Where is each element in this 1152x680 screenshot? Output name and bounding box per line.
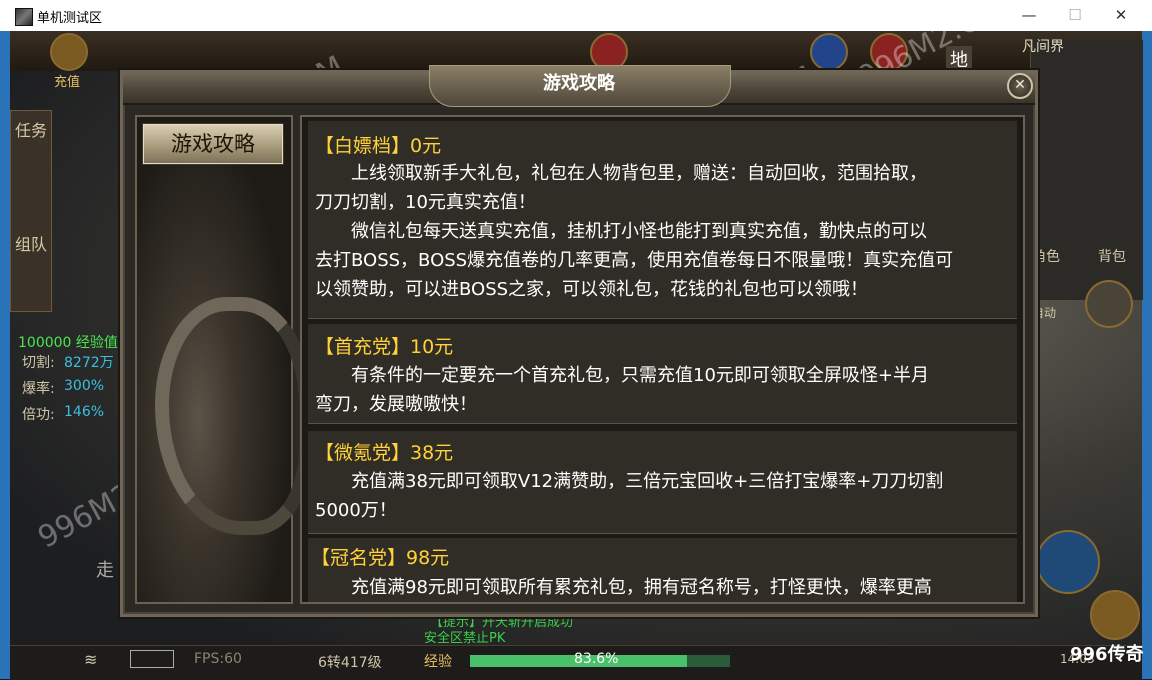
fps-readout: FPS:60 [194, 651, 242, 667]
maximize-button[interactable]: ☐ [1052, 0, 1098, 31]
section-line: 充值满98元即可领取所有累充礼包，拥有冠名称号，打怪更快，爆率更高 [315, 577, 932, 598]
level-readout: 6转417级 [318, 655, 382, 671]
guide-section: 【白嫖档】0元 上线领取新手大礼包，礼包在人物背包里，赠送：自动回收，范围拾取，… [308, 121, 1017, 319]
walk-label[interactable]: 走 [96, 556, 114, 582]
section-line: 刀刀切割，10元真实充值！ [315, 192, 536, 213]
section-line: 有条件的一定要充一个首充礼包，只需充值10元即可领取全屏吸怪+半月 [315, 365, 929, 386]
window-titlebar: 单机测试区 — ☐ ✕ [0, 0, 1152, 32]
bag-button[interactable]: 背包 [1098, 246, 1126, 266]
ruby-icon[interactable] [870, 33, 908, 71]
guide-section: 【冠名党】98元 充值满98元即可领取所有累充礼包，拥有冠名称号，打怪更快，爆率… [308, 538, 1017, 602]
map-button[interactable]: 地 [946, 46, 972, 72]
section-line: 5000万！ [315, 500, 397, 521]
skill-icon[interactable] [1090, 590, 1140, 640]
exp-label: 经验 [424, 654, 452, 670]
stat-mult-label: 倍功: [22, 407, 55, 423]
task-tab[interactable]: 任务 [11, 117, 51, 141]
skill-sword-icon[interactable] [1036, 530, 1100, 594]
window-title: 单机测试区 [37, 11, 103, 26]
dialog-sidebar: 游戏攻略 [135, 115, 313, 604]
guide-section: 【首充党】10元 有条件的一定要充一个首充礼包，只需充值10元即可领取全屏吸怪+… [308, 324, 1017, 424]
stat-drop-label: 爆率: [22, 381, 55, 397]
safe-zone-message: 安全区禁止PK [424, 631, 506, 646]
battery-icon [130, 650, 174, 668]
section-line: 充值满38元即可领取V12满赞助，三倍元宝回收+三倍打宝爆率+刀刀切割 [315, 471, 944, 492]
dialog-header: 游戏攻略 ✕ [123, 65, 1035, 107]
minimize-button[interactable]: — [1006, 0, 1052, 31]
exp-percent: 83.6% [574, 651, 619, 667]
section-line: 以领赞助，可以进BOSS之家，可以领礼包，花钱的礼包也可以领哦！ [315, 279, 869, 300]
team-tab[interactable]: 组队 [11, 231, 51, 255]
left-side-tabs: 任务 组队 [10, 110, 52, 312]
stat-cut-value: 8272万 [64, 355, 114, 371]
section-header: 【首充党】10元 [315, 336, 454, 358]
app-icon [15, 8, 33, 26]
dialog-close-button[interactable]: ✕ [1007, 73, 1033, 99]
recharge-label: 充值 [54, 75, 81, 90]
dialog-title: 游戏攻略 [543, 73, 615, 94]
game-guide-dialog: 游戏攻略 ✕ 游戏攻略 【白嫖档】0元 上线领取新手大礼包，礼包在人物背包里，赠… [120, 65, 1038, 617]
move-arrows-icon[interactable] [1085, 280, 1133, 328]
section-line: 弯刀，发展嗷嗷快！ [315, 394, 477, 415]
brand-watermark: 996传奇 [1070, 644, 1144, 665]
guide-section: 【微氪党】38元 充值满38元即可领取V12满赞助，三倍元宝回收+三倍打宝爆率+… [308, 431, 1017, 534]
wifi-icon: ≋ [84, 650, 98, 669]
blue-gem-icon[interactable] [810, 33, 848, 71]
tab-game-guide[interactable]: 游戏攻略 [143, 124, 283, 164]
section-header: 【微氪党】38元 [315, 442, 454, 464]
window-close-button[interactable]: ✕ [1098, 0, 1144, 31]
guide-content[interactable]: 【白嫖档】0元 上线领取新手大礼包，礼包在人物背包里，赠送：自动回收，范围拾取，… [300, 115, 1025, 604]
section-line: 去打BOSS，BOSS爆充值卷的几率更高，使用充值卷每日不限量哦！真实充值可 [315, 250, 954, 271]
section-line: 微信礼包每天送真实充值，挂机打小怪也能打到真实充值，勤快点的可以 [315, 221, 927, 242]
stat-cut-label: 切割: [22, 355, 55, 371]
section-line: 上线领取新手大礼包，礼包在人物背包里，赠送：自动回收，范围拾取， [315, 163, 927, 184]
map-name: 凡间界 [1022, 39, 1064, 55]
desktop-edge-right [1142, 31, 1152, 679]
desktop-edge-left [0, 31, 10, 679]
recharge-icon[interactable] [50, 33, 88, 71]
section-header: 【白嫖档】0元 [315, 135, 442, 157]
section-header: 【冠名党】98元 [311, 547, 450, 569]
snake-artwork [155, 297, 313, 535]
stat-drop-value: 300% [64, 378, 105, 394]
stat-mult-value: 146% [64, 404, 105, 420]
